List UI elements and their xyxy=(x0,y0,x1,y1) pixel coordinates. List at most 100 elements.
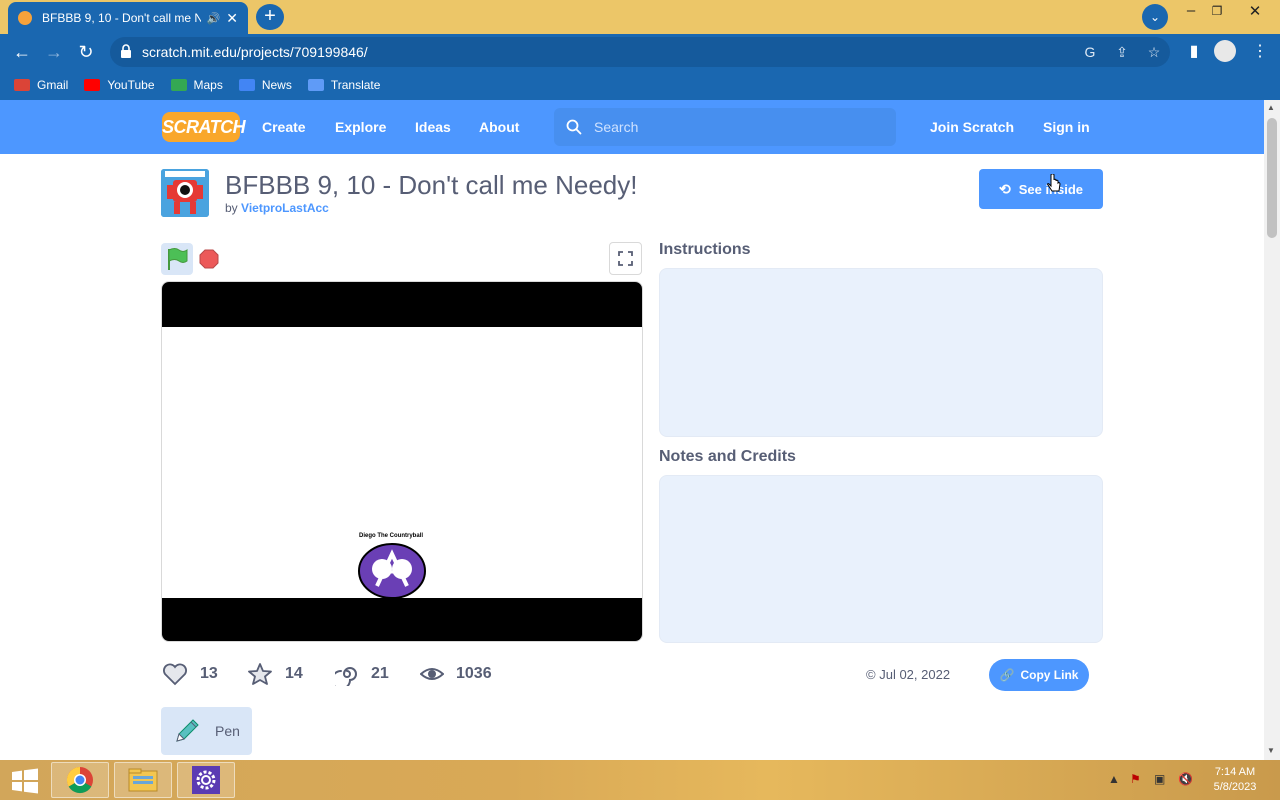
browser-tab[interactable]: BFBBB 9, 10 - Don't call me N 🔊 ✕ xyxy=(8,2,248,34)
see-inside-button[interactable]: ⟲ See inside xyxy=(979,169,1103,209)
instructions-box xyxy=(659,268,1103,437)
views-stat: 1036 xyxy=(420,662,492,686)
author-link[interactable]: VietproLastAcc xyxy=(241,201,329,215)
project-title: BFBBB 9, 10 - Don't call me Needy! xyxy=(225,170,638,200)
bookmark-news[interactable]: News xyxy=(238,78,292,92)
star-icon xyxy=(248,663,272,685)
bookmarks-bar: Gmail YouTube Maps News Translate xyxy=(0,70,1280,100)
scratch-logo[interactable]: SCRATCH xyxy=(162,112,246,142)
scrollbar-thumb[interactable] xyxy=(1267,118,1277,238)
scroll-up-icon[interactable]: ▲ xyxy=(1267,103,1275,112)
countryball-sprite xyxy=(358,543,426,599)
windows-taskbar: ▲ ⚑ ▣ 🔇 7:14 AM 5/8/2023 xyxy=(0,760,1280,800)
youtube-icon xyxy=(84,79,101,91)
bookmark-maps[interactable]: Maps xyxy=(170,78,223,92)
fullscreen-button[interactable] xyxy=(609,242,642,275)
search-input[interactable]: Search xyxy=(554,108,896,146)
network-icon[interactable]: ▣ xyxy=(1154,772,1165,786)
google-lens-icon[interactable]: G xyxy=(1080,42,1100,62)
audio-playing-icon[interactable]: 🔊 xyxy=(207,12,221,25)
system-clock[interactable]: 7:14 AM 5/8/2023 xyxy=(1210,765,1260,795)
remix-count: 21 xyxy=(371,665,389,682)
link-icon: 🔗 xyxy=(999,668,1015,682)
profile-avatar-icon xyxy=(1214,40,1236,62)
chrome-icon xyxy=(66,766,93,794)
taskbar-settings[interactable] xyxy=(177,762,235,798)
pen-icon xyxy=(176,719,199,742)
green-flag-button[interactable] xyxy=(161,243,193,275)
tab-title: BFBBB 9, 10 - Don't call me N xyxy=(42,11,201,25)
close-window-button[interactable]: ✕ xyxy=(1240,2,1270,20)
hand-cursor-icon xyxy=(1047,174,1061,192)
author-avatar[interactable] xyxy=(161,169,209,217)
browser-toolbar: ← → ↻ scratch.mit.edu/projects/709199846… xyxy=(0,34,1280,70)
nav-about[interactable]: About xyxy=(479,119,519,135)
restore-button[interactable]: ❐ xyxy=(1202,4,1232,18)
heart-icon xyxy=(163,663,187,686)
gmail-icon xyxy=(14,79,30,91)
pen-extension-tag[interactable]: Pen xyxy=(161,707,252,755)
sign-in-link[interactable]: Sign in xyxy=(1043,119,1090,135)
bookmark-gmail[interactable]: Gmail xyxy=(14,78,68,92)
page-viewport: SCRATCH Create Explore Ideas About Searc… xyxy=(0,100,1264,760)
scratch-favicon-icon xyxy=(18,11,32,25)
see-inside-icon: ⟲ xyxy=(998,180,1011,197)
author-avatar-image xyxy=(161,169,209,217)
bookmark-translate[interactable]: Translate xyxy=(307,78,380,92)
tab-strip: BFBBB 9, 10 - Don't call me N 🔊 ✕ + ⌄ – … xyxy=(0,0,1280,34)
nav-create[interactable]: Create xyxy=(262,119,306,135)
reload-button[interactable]: ↻ xyxy=(74,40,98,64)
remix-icon xyxy=(335,667,357,686)
windows-start-icon[interactable] xyxy=(10,768,40,794)
lock-icon xyxy=(121,44,131,58)
page-scrollbar[interactable]: ▲ ▼ xyxy=(1264,100,1280,760)
stop-sign-button[interactable] xyxy=(199,249,219,269)
love-stat[interactable]: 13 xyxy=(162,662,218,686)
remix-stat: 21 xyxy=(335,662,389,686)
address-bar[interactable]: scratch.mit.edu/projects/709199846/ G ⇪ … xyxy=(110,37,1170,67)
favorite-stat[interactable]: 14 xyxy=(247,662,303,686)
scroll-down-icon[interactable]: ▼ xyxy=(1267,746,1275,755)
copy-link-button[interactable]: 🔗 Copy Link xyxy=(989,659,1089,691)
nav-explore[interactable]: Explore xyxy=(335,119,386,135)
search-icon xyxy=(566,119,582,135)
new-tab-button[interactable]: + xyxy=(256,4,284,30)
scratch-navbar: SCRATCH Create Explore Ideas About Searc… xyxy=(0,100,1264,154)
translate-icon xyxy=(307,79,324,91)
url-text: scratch.mit.edu/projects/709199846/ xyxy=(142,44,368,60)
bookmark-star-icon[interactable]: ☆ xyxy=(1144,42,1164,62)
share-icon[interactable]: ⇪ xyxy=(1112,42,1132,62)
tab-search-button[interactable]: ⌄ xyxy=(1142,4,1168,30)
folder-icon xyxy=(128,768,158,792)
forward-button[interactable]: → xyxy=(42,40,66,64)
green-flag-icon xyxy=(168,248,188,270)
notes-box xyxy=(659,475,1103,643)
news-icon xyxy=(238,79,255,91)
nav-ideas[interactable]: Ideas xyxy=(415,119,451,135)
sprite-label: Diego The Countryball xyxy=(359,533,424,539)
taskbar-file-explorer[interactable] xyxy=(114,762,172,798)
join-scratch-link[interactable]: Join Scratch xyxy=(930,119,1014,135)
clock-time: 7:14 AM xyxy=(1214,766,1256,778)
action-center-flag-icon[interactable]: ⚑ xyxy=(1130,772,1141,786)
notes-heading: Notes and Credits xyxy=(659,448,796,465)
instructions-heading: Instructions xyxy=(659,241,751,258)
views-count: 1036 xyxy=(456,665,492,682)
copyright-icon: © xyxy=(866,667,876,682)
bookmark-youtube[interactable]: YouTube xyxy=(84,78,155,92)
side-panel-icon[interactable]: ▮ xyxy=(1182,40,1206,64)
back-button[interactable]: ← xyxy=(10,40,34,64)
favorite-count: 14 xyxy=(285,665,303,682)
search-placeholder: Search xyxy=(594,119,639,135)
byline: by VietproLastAcc xyxy=(225,201,329,215)
chrome-menu-icon[interactable]: ⋮ xyxy=(1248,40,1272,64)
fullscreen-icon xyxy=(618,251,633,266)
show-hidden-icons[interactable]: ▲ xyxy=(1108,772,1120,786)
close-tab-icon[interactable]: ✕ xyxy=(226,10,238,27)
eye-icon xyxy=(420,668,444,680)
speaker-muted-icon[interactable]: 🔇 xyxy=(1178,772,1193,786)
taskbar-chrome[interactable] xyxy=(51,762,109,798)
gear-icon xyxy=(192,766,220,794)
profile-button[interactable] xyxy=(1214,40,1238,62)
shared-date: © Jul 02, 2022 xyxy=(866,667,951,682)
